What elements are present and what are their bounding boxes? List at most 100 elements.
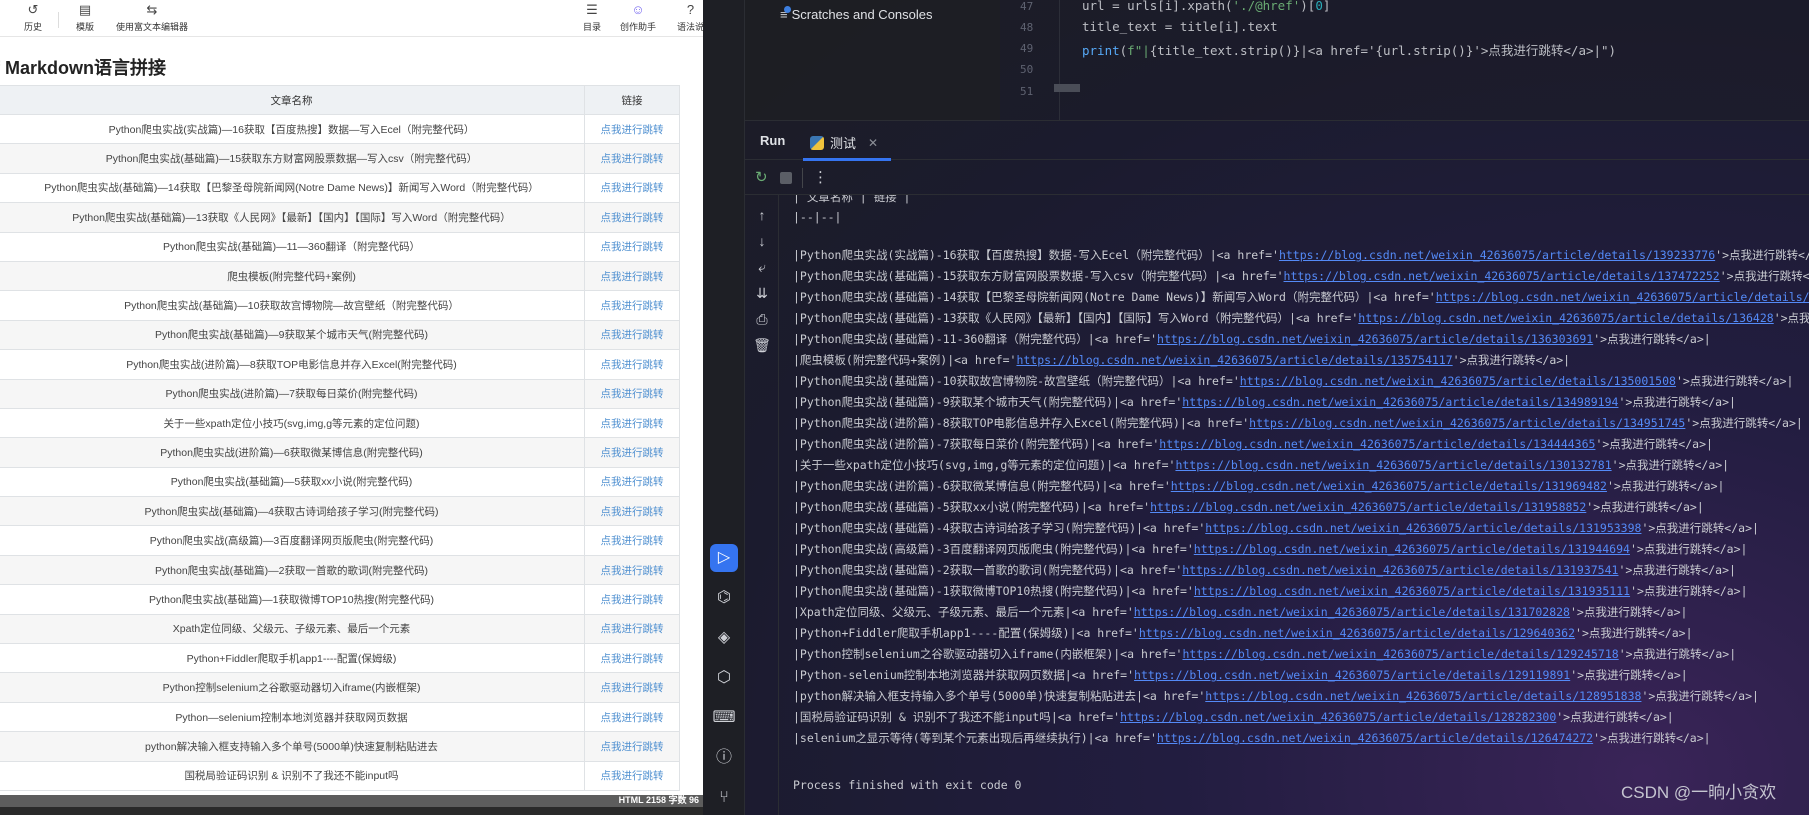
template-button[interactable]: ▤ 模版: [76, 2, 94, 33]
console-url-link[interactable]: https://blog.csdn.net/weixin_42636075/ar…: [1182, 563, 1618, 577]
scroll-down-icon[interactable]: ↓: [753, 233, 771, 249]
git-icon[interactable]: ⑂: [710, 784, 738, 812]
console-url-link[interactable]: https://blog.csdn.net/weixin_42636075/ar…: [1157, 731, 1593, 745]
python-console-icon[interactable]: ⌬: [710, 584, 738, 612]
jump-link[interactable]: 点我进行跳转: [584, 378, 680, 409]
jump-link[interactable]: 点我进行跳转: [584, 496, 680, 527]
horizontal-scrollbar[interactable]: [1054, 84, 1080, 92]
jump-link[interactable]: 点我进行跳转: [584, 172, 680, 204]
anchor-close: '>点我进行跳转</a>|: [1773, 311, 1809, 325]
history-icon: ↺: [27, 2, 39, 17]
trash-icon[interactable]: 🗑: [753, 337, 771, 354]
jump-link[interactable]: 点我进行跳转: [584, 643, 680, 674]
console-url-link[interactable]: https://blog.csdn.net/weixin_42636075/ar…: [1171, 479, 1607, 493]
toolbar-divider: [58, 12, 59, 28]
stop-icon[interactable]: [780, 172, 792, 184]
console-url-link[interactable]: https://blog.csdn.net/weixin_42636075/ar…: [1182, 395, 1618, 409]
run-tool-title: Run: [760, 133, 786, 148]
writing-assistant-button[interactable]: ☺ 创作助手: [620, 2, 656, 33]
console-url-link[interactable]: https://blog.csdn.net/weixin_42636075/ar…: [1284, 269, 1720, 283]
article-title-cell: Python爬虫实战(基础篇)—14获取【巴黎圣母院新闻网(Notre Dame…: [0, 172, 585, 204]
console-url-link[interactable]: https://blog.csdn.net/weixin_42636075/ar…: [1249, 416, 1685, 430]
console-url-link[interactable]: https://blog.csdn.net/weixin_42636075/ar…: [1134, 668, 1570, 682]
console-url-link[interactable]: https://blog.csdn.net/weixin_42636075/ar…: [1240, 374, 1676, 388]
console-title: |Python爬虫实战(基础篇)-15获取东方财富网股票数据-写入csv（附完整…: [793, 269, 1215, 283]
console-url-link[interactable]: https://blog.csdn.net/weixin_42636075/ar…: [1157, 332, 1593, 346]
close-tab-icon[interactable]: ✕: [868, 136, 878, 150]
console-url-link[interactable]: https://blog.csdn.net/weixin_42636075/ar…: [1134, 605, 1570, 619]
console-url-link[interactable]: https://blog.csdn.net/weixin_42636075/ar…: [1194, 584, 1630, 598]
console-url-link[interactable]: https://blog.csdn.net/weixin_42636075/ar…: [1194, 542, 1630, 556]
tab-test[interactable]: 测试 ✕: [810, 133, 878, 152]
console-url-link[interactable]: https://blog.csdn.net/weixin_42636075/ar…: [1016, 353, 1452, 367]
jump-link[interactable]: 点我进行跳转: [584, 319, 680, 351]
jump-link[interactable]: 点我进行跳转: [584, 613, 680, 645]
anchor-open: |<a href=': [1106, 458, 1176, 472]
jump-link[interactable]: 点我进行跳转: [584, 260, 680, 292]
console-header-line: | 文章名称 | 链接 |: [793, 195, 911, 204]
article-title-cell: python解决输入框支持输入多个单号(5000单)快速复制粘贴进去: [0, 731, 585, 762]
soft-wrap-icon[interactable]: ⤶: [753, 259, 771, 276]
more-options-icon[interactable]: ⋮: [813, 168, 828, 186]
jump-link[interactable]: 点我进行跳转: [584, 525, 680, 556]
article-title-cell: Python爬虫实战(基础篇)—15获取东方财富网股票数据—写入csv（附完整代…: [0, 143, 585, 174]
jump-link[interactable]: 点我进行跳转: [584, 231, 680, 262]
jump-link[interactable]: 点我进行跳转: [584, 554, 680, 586]
article-table: 文章名称 链接 Python爬虫实战(实战篇)—16获取【百度热搜】数据—写入E…: [0, 85, 680, 791]
console-url-link[interactable]: https://blog.csdn.net/weixin_42636075/ar…: [1150, 500, 1586, 514]
console-url-link[interactable]: https://blog.csdn.net/weixin_42636075/ar…: [1120, 710, 1556, 724]
robot-icon: ☺: [631, 2, 645, 17]
terminal-icon[interactable]: ⌨: [710, 704, 738, 732]
console-line: |Python爬虫实战(进阶篇)-6获取微某博信息(附完整代码)|<a href…: [793, 478, 1724, 494]
console-url-link[interactable]: https://blog.csdn.net/weixin_42636075/ar…: [1183, 647, 1619, 661]
jump-link[interactable]: 点我进行跳转: [584, 760, 680, 791]
problems-icon[interactable]: ⓘ: [710, 744, 738, 772]
rerun-icon[interactable]: ↻: [755, 168, 768, 186]
article-title-cell: Python爬虫实战(基础篇)—2获取一首歌的歌词(附完整代码): [0, 554, 585, 586]
console-title: |Python爬虫实战(进阶篇)-6获取微某博信息(附完整代码): [793, 479, 1102, 493]
python-icon: [810, 135, 824, 150]
scratches-and-consoles[interactable]: ≡ Scratches and Consoles: [780, 6, 933, 22]
jump-link[interactable]: 点我进行跳转: [584, 143, 680, 174]
console-url-link[interactable]: https://blog.csdn.net/weixin_42636075/ar…: [1175, 458, 1611, 472]
rich-text-editor-button[interactable]: ⇆ 使用富文本编辑器: [116, 2, 188, 33]
jump-link[interactable]: 点我进行跳转: [584, 584, 680, 615]
jump-link[interactable]: 点我进行跳转: [584, 466, 680, 498]
table-row: Xpath定位同级、父级元、子级元素、最后一个元素 点我进行跳转: [0, 613, 680, 645]
jump-link[interactable]: 点我进行跳转: [584, 701, 680, 733]
layers-icon[interactable]: ◈: [710, 624, 738, 652]
history-button[interactable]: ↺ 历史: [24, 2, 42, 33]
anchor-close: '>点我进行跳转</a>|: [1606, 479, 1725, 493]
console-url-link[interactable]: https://blog.csdn.net/weixin_42636075/ar…: [1139, 626, 1575, 640]
console-url-link[interactable]: https://blog.csdn.net/weixin_42636075/ar…: [1358, 311, 1773, 325]
console-url-link[interactable]: https://blog.csdn.net/weixin_42636075/ar…: [1205, 521, 1641, 535]
console-output[interactable]: | 文章名称 | 链接 | |--|--| Process finished w…: [789, 195, 1809, 815]
scroll-to-end-icon[interactable]: ⇊: [753, 285, 771, 302]
jump-link[interactable]: 点我进行跳转: [584, 437, 680, 468]
syntax-help-button[interactable]: ? 语法说: [677, 2, 703, 33]
jump-link[interactable]: 点我进行跳转: [584, 290, 680, 321]
table-row: python解决输入框支持输入多个单号(5000单)快速复制粘贴进去 点我进行跳转: [0, 731, 680, 762]
scroll-up-icon[interactable]: ↑: [753, 207, 771, 223]
run-toolbar: ↻ ⋮: [745, 160, 1809, 195]
console-url-link[interactable]: https://blog.csdn.net/weixin_42636075/ar…: [1159, 437, 1595, 451]
console-url-link[interactable]: https://blog.csdn.net/weixin_42636075/ar…: [1436, 290, 1809, 304]
console-url-link[interactable]: https://blog.csdn.net/weixin_42636075/ar…: [1279, 248, 1715, 262]
console-title: |Python爬虫实战(基础篇)-9获取某个城市天气(附完整代码): [793, 395, 1114, 409]
anchor-open: |<a href=': [1090, 437, 1160, 451]
code-editor[interactable]: 47 48 49 50 51 url = urls[i].xpath('./@h…: [1000, 0, 1809, 120]
toc-button[interactable]: ☰ 目录: [583, 2, 601, 33]
console-url-link[interactable]: https://blog.csdn.net/weixin_42636075/ar…: [1205, 689, 1641, 703]
table-row: Python爬虫实战(基础篇)—13获取《人民网》【最新】【国内】【国际】写入W…: [0, 202, 680, 233]
print-icon[interactable]: ⎙: [753, 311, 771, 328]
jump-link[interactable]: 点我进行跳转: [584, 731, 680, 762]
services-icon[interactable]: ⬡: [710, 664, 738, 692]
line-number: 47: [1020, 0, 1034, 13]
jump-link[interactable]: 点我进行跳转: [584, 202, 680, 233]
jump-link[interactable]: 点我进行跳转: [584, 349, 680, 380]
jump-link[interactable]: 点我进行跳转: [584, 113, 680, 145]
jump-link[interactable]: 点我进行跳转: [584, 407, 680, 439]
anchor-close: '>点我进行跳转</a>|: [1629, 542, 1748, 556]
run-tool-icon[interactable]: ▷: [710, 544, 738, 572]
jump-link[interactable]: 点我进行跳转: [584, 672, 680, 703]
